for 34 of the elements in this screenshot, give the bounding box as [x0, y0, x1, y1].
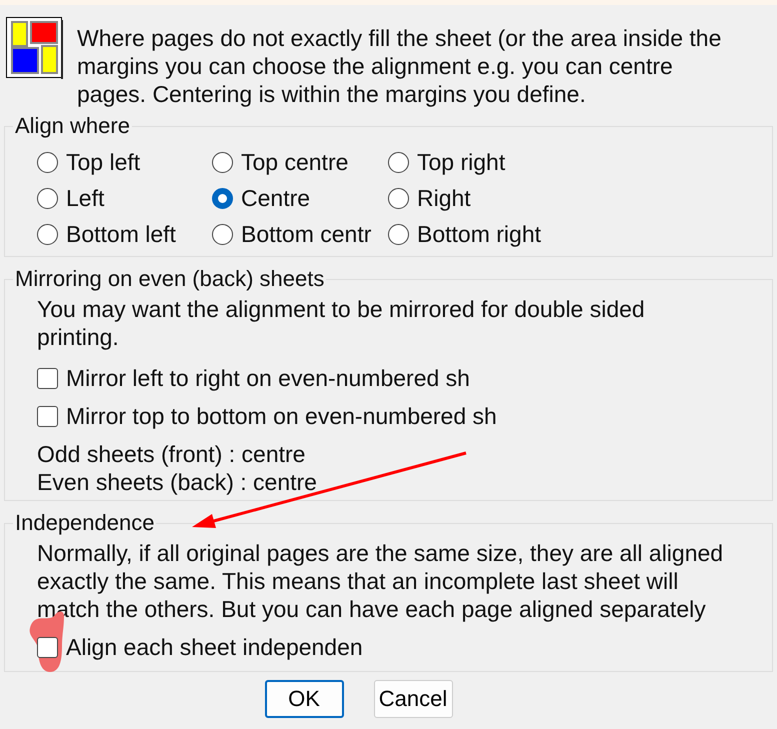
group-label: Align where: [14, 114, 131, 138]
radio-button[interactable]: [212, 152, 233, 172]
radio-label[interactable]: Left: [66, 184, 104, 212]
radio-label[interactable]: Top centre: [241, 148, 348, 176]
checkbox-label[interactable]: Mirror left to right on even-numbered sh: [66, 364, 470, 392]
ok-button[interactable]: OK: [264, 680, 344, 718]
checkbox[interactable]: [37, 368, 58, 388]
radio-button[interactable]: [37, 188, 58, 208]
app-logo-icon: [6, 17, 63, 79]
checkbox-label[interactable]: Align each sheet independen: [66, 633, 363, 661]
radio-label[interactable]: Bottom left: [66, 220, 176, 248]
radio-button[interactable]: [388, 224, 409, 244]
radio-label[interactable]: Bottom centr: [241, 220, 372, 248]
radio-label[interactable]: Top right: [417, 148, 506, 176]
radio-label[interactable]: Right: [417, 184, 471, 212]
radio-label[interactable]: Centre: [241, 184, 310, 212]
checkbox[interactable]: [37, 406, 58, 426]
radio-button[interactable]: [388, 152, 409, 172]
radio-label[interactable]: Bottom right: [417, 220, 541, 248]
radio-label[interactable]: Top left: [66, 148, 140, 176]
radio-button[interactable]: [212, 188, 233, 208]
description-text: You may want the alignment to be mirrored for double sided printing.: [36, 295, 646, 351]
checkbox-label[interactable]: Mirror top to bottom on even-numbered sh: [66, 402, 497, 430]
summary-text: Odd sheets (front) : centre: [37, 440, 306, 468]
radio-button[interactable]: [388, 188, 409, 208]
summary-text: Even sheets (back) : centre: [37, 468, 318, 496]
radio-button[interactable]: [37, 224, 58, 244]
checkbox[interactable]: [37, 636, 58, 658]
cancel-button[interactable]: Cancel: [374, 680, 452, 718]
intro-text: Where pages do not exactly fill the sheet (or the area inside the margins you can choose the alignment e.g. you can centre pages. Centering is within the margins you define.: [77, 24, 722, 108]
radio-button[interactable]: [37, 152, 58, 172]
group-label: Independence: [14, 511, 156, 535]
group-label: Mirroring on even (back) sheets: [14, 267, 326, 291]
radio-button[interactable]: [212, 224, 233, 244]
